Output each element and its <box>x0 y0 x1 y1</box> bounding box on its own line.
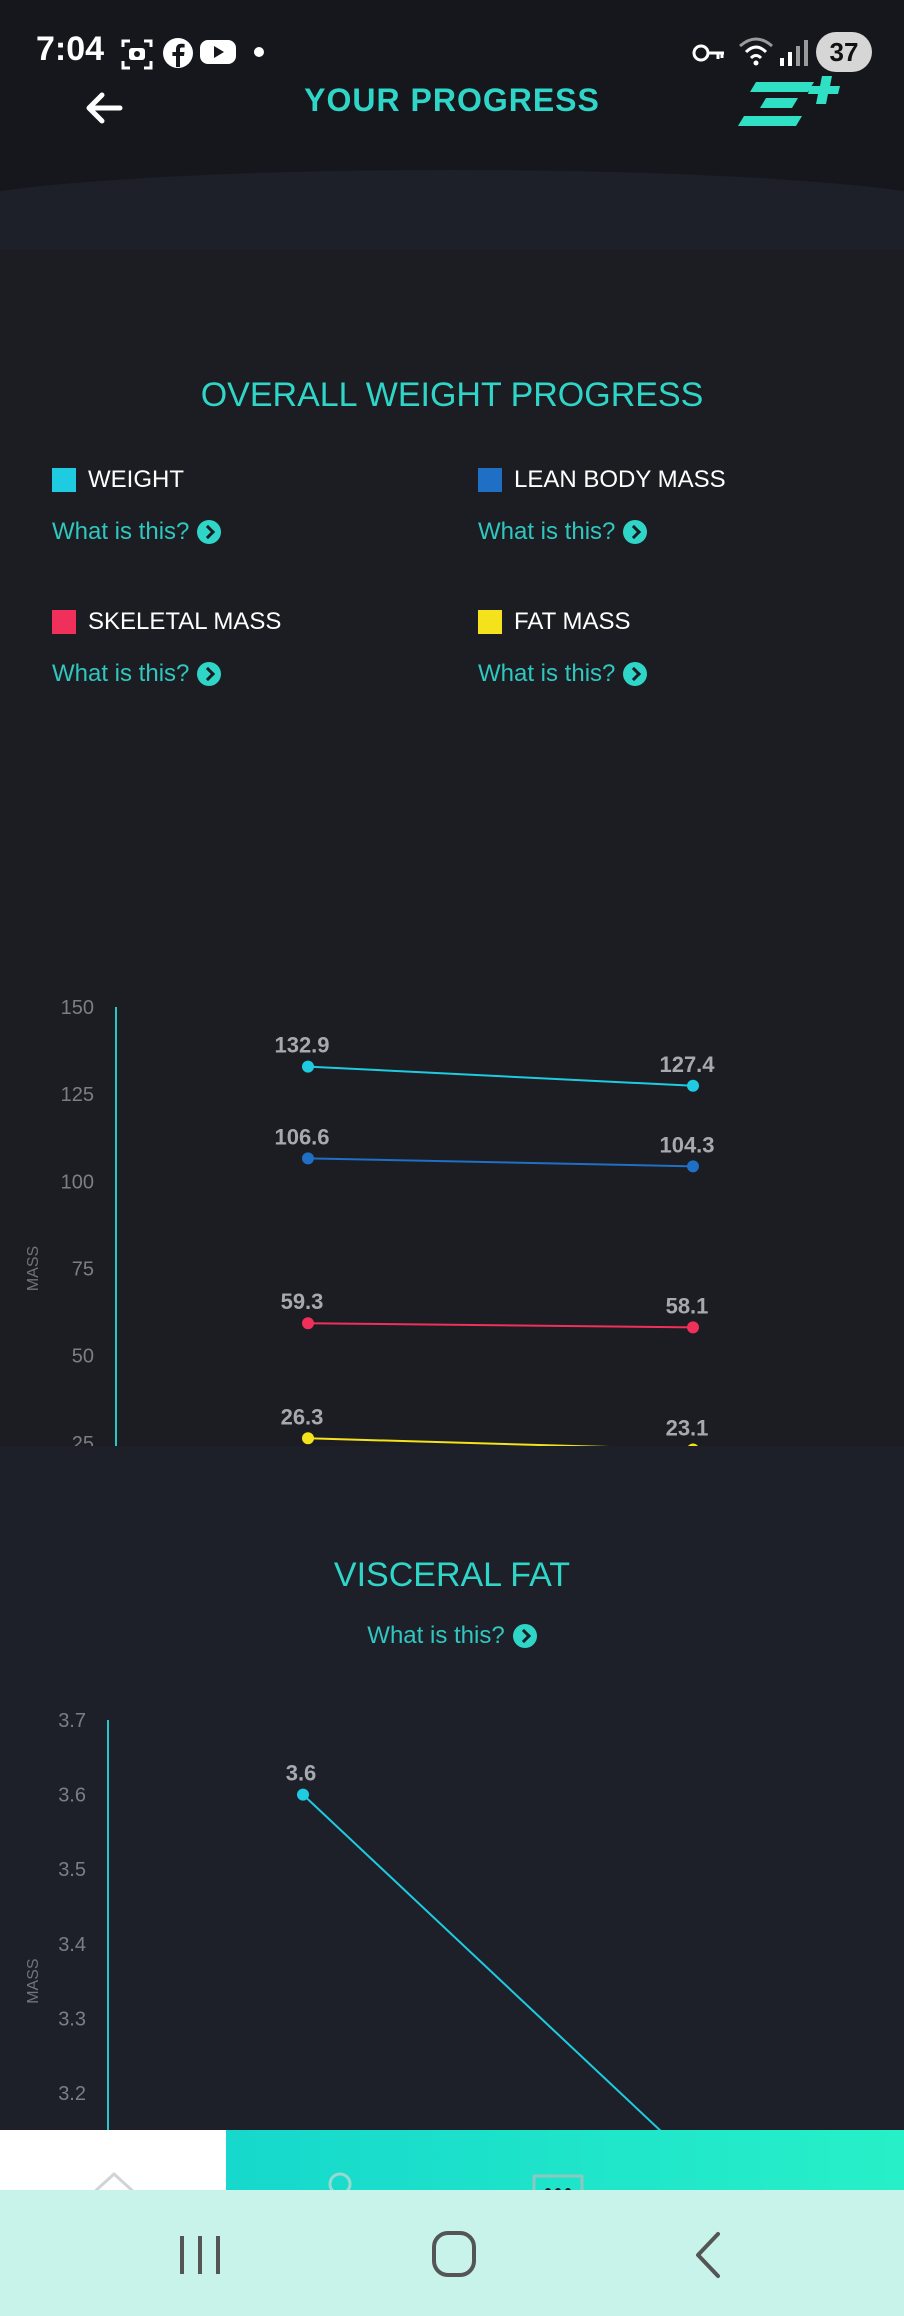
series-line <box>302 1793 669 2139</box>
what-is-this-lean-link[interactable]: What is this? <box>478 518 648 546</box>
data-label: 132.9 <box>274 1033 329 1058</box>
system-nav-bar <box>0 2190 904 2316</box>
data-point <box>302 1152 314 1165</box>
y-tick-label: 100 <box>61 1171 94 1193</box>
y-tick-label: 3.7 <box>58 1710 86 1732</box>
what-is-this-weight-link[interactable]: What is this? <box>52 518 222 546</box>
data-point <box>687 1079 699 1092</box>
legend-label-weight: WEIGHT <box>88 466 184 493</box>
data-label: 3.6 <box>286 1761 317 1786</box>
data-point <box>302 1432 314 1445</box>
what-is-this-text: What is this? <box>478 518 616 545</box>
y-tick-label: 75 <box>72 1259 94 1281</box>
dot-icon <box>254 47 264 57</box>
weight-progress-chart: 025507510012515018/10/2513/11/25MASS132.… <box>25 997 888 1567</box>
y-tick-label: 50 <box>72 1346 94 1368</box>
youtube-icon <box>200 40 236 64</box>
skeletal-mass-swatch <box>52 610 76 634</box>
chevron-circle-icon <box>512 1624 537 1648</box>
what-is-this-text: What is this? <box>478 660 616 687</box>
what-is-this-fat-link[interactable]: What is this? <box>478 660 648 688</box>
chevron-circle-icon <box>197 520 222 544</box>
legend-label-fat-mass: FAT MASS <box>514 608 631 635</box>
y-tick-label: 125 <box>61 1084 94 1106</box>
y-axis-label: MASS <box>25 1246 42 1291</box>
legend-label-lean-body-mass: LEAN BODY MASS <box>514 466 726 493</box>
data-point <box>687 1160 699 1173</box>
what-is-this-text: What is this? <box>52 518 190 545</box>
y-tick-label: 3.3 <box>58 2008 86 2030</box>
signal-icon <box>780 40 808 66</box>
brand-logo <box>738 76 840 126</box>
what-is-this-text: What is this? <box>52 660 190 687</box>
weight-swatch <box>52 468 76 492</box>
data-label: 58.1 <box>666 1293 709 1318</box>
chevron-circle-icon <box>623 662 648 686</box>
home-circle-icon[interactable] <box>424 2230 484 2280</box>
data-label: 106.6 <box>274 1124 329 1149</box>
series-line <box>307 1322 694 1329</box>
y-tick-label: 3.5 <box>58 1859 86 1881</box>
weight-section-title: OVERALL WEIGHT PROGRESS <box>200 376 704 414</box>
header: 7:04 37 YOUR PROGRESS <box>0 0 904 310</box>
wifi-icon <box>739 37 773 66</box>
data-point <box>302 1317 314 1330</box>
data-label: 59.3 <box>281 1289 324 1314</box>
visceral-section-title: VISCERAL FAT <box>333 1556 571 1594</box>
series-line <box>307 1157 694 1168</box>
bottom-nav <box>0 2130 904 2316</box>
recents-icon[interactable] <box>170 2230 230 2280</box>
data-point <box>687 1321 699 1334</box>
lean-body-mass-swatch <box>478 468 502 492</box>
chevron-circle-icon <box>623 520 648 544</box>
what-is-this-skeletal-link[interactable]: What is this? <box>52 660 222 688</box>
back-chevron-icon[interactable] <box>678 2230 738 2280</box>
key-icon <box>692 44 724 62</box>
app-screen: 7:04 37 YOUR PROGRESS OVERALL WEIGHT PRO… <box>0 0 904 2316</box>
battery-indicator: 37 <box>816 32 872 72</box>
facebook-icon <box>163 38 193 68</box>
weight-progress-section: OVERALL WEIGHT PROGRESS WEIGHT What is t… <box>0 250 904 1567</box>
y-axis-label: MASS <box>25 1958 42 2003</box>
y-tick-label: 3.6 <box>58 1785 86 1807</box>
data-label: 104.3 <box>659 1132 714 1157</box>
data-point <box>297 1788 309 1801</box>
what-is-this-text: What is this? <box>367 1622 505 1649</box>
legend-label-skeletal-mass: SKELETAL MASS <box>88 608 282 635</box>
y-tick-label: 150 <box>61 997 94 1019</box>
data-label: 26.3 <box>281 1404 324 1429</box>
data-point <box>302 1060 314 1073</box>
what-is-this-visceral-link[interactable]: What is this? <box>0 1622 904 1650</box>
data-label: 127.4 <box>659 1052 715 1077</box>
chevron-circle-icon <box>197 662 222 686</box>
data-label: 23.1 <box>666 1415 709 1440</box>
y-tick-label: 3.4 <box>58 1934 86 1956</box>
fat-mass-swatch <box>478 610 502 634</box>
screenshot-icon <box>121 39 153 70</box>
series-line <box>307 1065 694 1087</box>
status-time: 7:04 <box>36 30 105 68</box>
y-tick-label: 3.2 <box>58 2083 86 2105</box>
